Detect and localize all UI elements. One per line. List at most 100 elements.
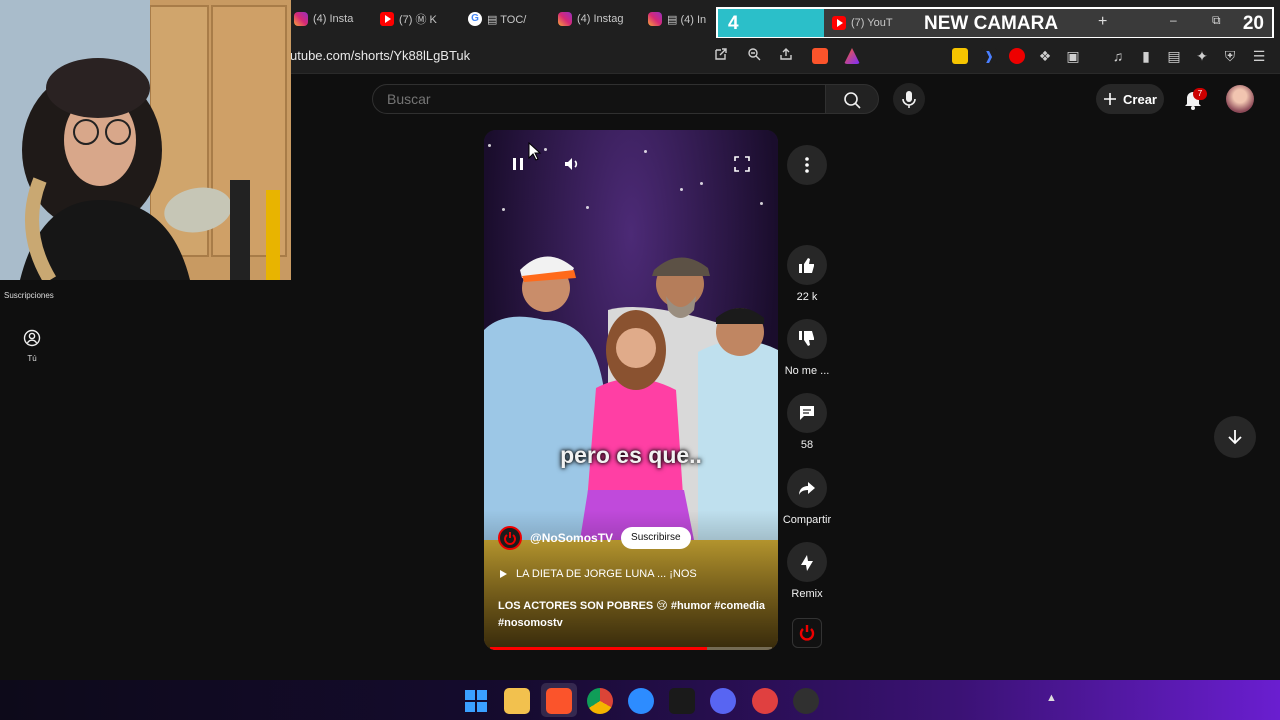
pause-button[interactable] [508, 154, 528, 174]
restore-button[interactable]: ⧉ [1212, 13, 1221, 28]
browser-tab[interactable]: (4) Insta [288, 4, 372, 34]
create-button[interactable]: Crear [1096, 84, 1164, 114]
account-avatar[interactable] [1226, 85, 1254, 113]
remix-action: Remix [782, 542, 832, 600]
capcut-icon[interactable] [669, 688, 695, 714]
browser-tab[interactable]: ▤ (4) In [642, 4, 714, 34]
share-label: Compartir [782, 514, 832, 526]
brave-rewards-icon[interactable] [844, 48, 860, 64]
discord-icon[interactable] [710, 688, 736, 714]
remix-icon [801, 555, 813, 571]
tray-chevron-icon[interactable]: ▲ [1046, 692, 1064, 706]
subscribe-button[interactable]: Suscribirse [621, 527, 691, 549]
sidebar-item-subscriptions[interactable]: Suscripciones [4, 291, 54, 300]
screenshot-icon[interactable]: ▣ [1064, 47, 1082, 65]
sidebar-icon[interactable]: ▮ [1137, 47, 1155, 65]
more-options-button[interactable] [787, 145, 827, 185]
browser-tab[interactable]: G ▤ TOC/ [462, 4, 550, 34]
fullscreen-icon [734, 156, 750, 172]
volume-icon [565, 158, 578, 170]
channel-name[interactable]: @NoSomosTV [530, 531, 613, 545]
like-action: 22 k [782, 245, 832, 303]
instagram-icon [648, 12, 662, 26]
background-star [680, 188, 683, 191]
zoom-app-icon[interactable] [628, 688, 654, 714]
voice-search-button[interactable] [893, 83, 925, 115]
windows-start-icon[interactable] [463, 688, 489, 714]
minimize-button[interactable]: – [1170, 13, 1177, 27]
search-input[interactable] [372, 84, 826, 114]
dislike-button[interactable] [787, 319, 827, 359]
tab-label: (7) Ⓜ K [399, 14, 437, 26]
search-icon [844, 92, 861, 109]
next-short-button[interactable] [1214, 416, 1256, 458]
short-video-player[interactable]: pero es que.. @NoSomosTV Suscribirse LA … [484, 130, 778, 650]
puzzle-icon[interactable]: ❖ [1036, 47, 1054, 65]
obs-studio-icon[interactable] [793, 688, 819, 714]
youtube-icon [380, 12, 394, 26]
playlist-link[interactable]: LA DIETA DE JORGE LUNA ... ¡NOS [498, 568, 697, 580]
power-logo-icon [504, 532, 516, 545]
share-page-icon-svg [780, 48, 792, 60]
file-explorer-icon[interactable] [504, 688, 530, 714]
browser-tab[interactable]: (7) Ⓜ K [374, 4, 460, 34]
brave-shield-icon[interactable] [812, 48, 828, 64]
hashtag-link[interactable]: #comedia [714, 600, 765, 612]
sparkle-icon[interactable]: ✦ [1193, 47, 1211, 65]
music-note-icon[interactable]: ♫ [1109, 47, 1127, 65]
user-circle-icon [23, 329, 41, 347]
play-icon [500, 570, 507, 578]
share-button[interactable] [787, 468, 827, 508]
extension-icon[interactable] [1009, 48, 1025, 64]
hashtag-link[interactable]: #nosomostv [498, 617, 563, 629]
description-text: LOS ACTORES SON POBRES 😢 [498, 600, 668, 612]
remix-button[interactable] [787, 542, 827, 582]
comment-icon [800, 406, 814, 420]
chrome-icon[interactable] [587, 688, 613, 714]
share-page-icon[interactable] [777, 47, 795, 65]
background-star [760, 202, 763, 205]
open-external-icon[interactable] [712, 47, 730, 65]
overlay-number: 4 [728, 13, 739, 34]
address-bar[interactable]: utube.com/shorts/Yk88lLgBTuk [290, 48, 470, 63]
record-app-icon[interactable] [752, 688, 778, 714]
open-external-icon-svg [715, 48, 727, 60]
extension-icon[interactable] [952, 48, 968, 64]
channel-row: @NoSomosTV Suscribirse [498, 526, 691, 550]
video-progress-bar[interactable] [490, 647, 772, 650]
overlay-right-number: 20 [1242, 13, 1264, 34]
audio-source-thumbnail[interactable] [792, 618, 822, 648]
background-star [502, 208, 505, 211]
instagram-icon [558, 12, 572, 26]
volume-button[interactable] [562, 154, 582, 174]
windows-logo-svg [465, 690, 487, 712]
video-description: LOS ACTORES SON POBRES 😢 #humor #comedia… [498, 598, 768, 632]
power-logo-icon [799, 625, 815, 641]
more-vertical-icon [805, 157, 809, 173]
menu-icon[interactable]: ☰ [1250, 47, 1268, 65]
comments-action: 58 [782, 393, 832, 451]
zoom-icon[interactable] [745, 47, 763, 65]
new-tab-button[interactable]: + [1098, 13, 1107, 31]
webcam-scene [0, 0, 291, 280]
google-icon: G [468, 12, 482, 26]
extension-icon[interactable]: ❱ [981, 48, 997, 64]
comments-button[interactable] [787, 393, 827, 433]
wallet-icon[interactable]: ▤ [1165, 47, 1183, 65]
channel-avatar[interactable] [498, 526, 522, 550]
like-button[interactable] [787, 245, 827, 285]
zoom-icon-svg [748, 48, 761, 61]
sidebar-item-you[interactable]: Tú [14, 329, 50, 363]
hashtag-link[interactable]: #humor [671, 600, 711, 612]
plus-icon [1104, 93, 1117, 105]
vpn-shield-icon[interactable]: ⛨ [1221, 47, 1239, 65]
browser-tab[interactable]: (7) YouT [826, 9, 916, 37]
tab-label: ▤ (4) In [667, 13, 707, 26]
create-label: Crear [1123, 91, 1157, 107]
fullscreen-button[interactable] [732, 154, 752, 174]
mouse-cursor-icon [528, 142, 542, 161]
sidebar-item-label: Tú [27, 354, 37, 363]
browser-tab[interactable]: (4) Instag [552, 4, 640, 34]
search-button[interactable] [825, 84, 879, 114]
brave-browser-icon[interactable] [546, 688, 572, 714]
